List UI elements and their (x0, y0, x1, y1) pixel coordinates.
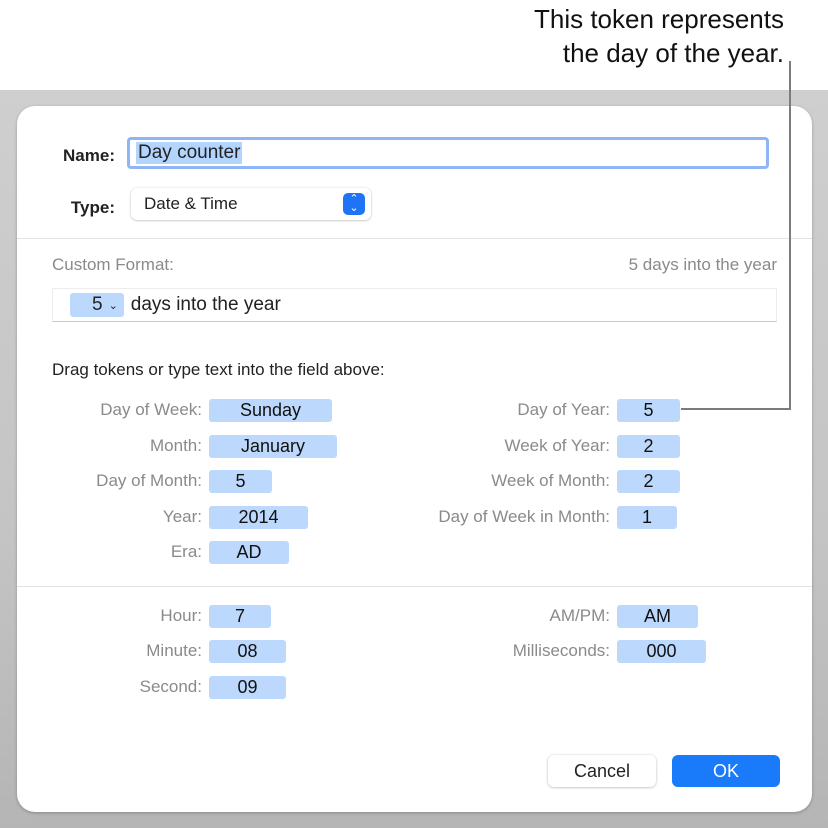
token-row-am-pm: AM/PM: AM (390, 604, 698, 628)
token-row-era: Era: AD (52, 540, 289, 564)
token-label: Second: (139, 677, 202, 696)
token-day-of-week[interactable]: Sunday (209, 398, 332, 422)
token-label: Day of Month: (96, 471, 202, 490)
name-input-value: Day counter (136, 142, 243, 164)
token-label: Milliseconds: (512, 641, 610, 660)
token-week-of-year[interactable]: 2 (617, 434, 680, 458)
callout-annotation: This token represents the day of the yea… (534, 2, 784, 70)
token-week-of-month[interactable]: 2 (617, 469, 680, 493)
token-milliseconds[interactable]: 000 (617, 639, 706, 663)
name-input[interactable]: Day counter (127, 137, 769, 169)
token-label: Week of Year: (504, 436, 610, 455)
token-label: Year: (162, 507, 202, 526)
divider (17, 586, 812, 587)
callout-line-1: This token represents (533, 4, 784, 34)
type-select[interactable]: Date & Time ⌃ ⌄ (131, 188, 371, 220)
callout-line-2: the day of the year. (562, 38, 784, 68)
token-label: Week of Month: (491, 471, 610, 490)
token-row-minute: Minute: 08 (52, 639, 286, 663)
token-row-year: Year: 2014 (52, 505, 308, 529)
token-label: AM/PM: (549, 606, 610, 625)
token-row-day-of-week-in-month: Day of Week in Month: 1 (390, 505, 677, 529)
token-label: Month: (150, 436, 202, 455)
token-row-day-of-month: Day of Month: 5 (52, 469, 272, 493)
token-hour[interactable]: 7 (209, 604, 271, 628)
type-select-value: Date & Time (144, 194, 238, 213)
token-label: Minute: (146, 641, 202, 660)
callout-leader-line (681, 408, 791, 410)
format-preview: 5 days into the year (628, 255, 777, 274)
token-label: Era: (170, 542, 202, 561)
format-field-text: days into the year (130, 294, 281, 315)
callout-leader-line (789, 61, 791, 410)
custom-format-field[interactable]: 5 ⌄ days into the year (52, 288, 777, 322)
token-row-week-of-month: Week of Month: 2 (390, 469, 680, 493)
token-day-of-month[interactable]: 5 (209, 469, 272, 493)
name-label: Name: (63, 146, 115, 165)
format-token-value: 5 (92, 294, 103, 315)
token-row-day-of-week: Day of Week: Sunday (52, 398, 332, 422)
token-minute[interactable]: 08 (209, 639, 286, 663)
token-row-month: Month: January (52, 434, 337, 458)
token-row-second: Second: 09 (52, 675, 286, 699)
token-row-day-of-year: Day of Year: 5 (390, 398, 680, 422)
chevron-down-icon[interactable]: ⌄ (109, 299, 118, 312)
token-day-of-week-in-month[interactable]: 1 (617, 505, 677, 529)
token-label: Day of Week: (100, 400, 202, 419)
token-day-of-year[interactable]: 5 (617, 398, 680, 422)
token-label: Day of Year: (517, 400, 610, 419)
divider (17, 238, 812, 239)
token-era[interactable]: AD (209, 540, 289, 564)
up-down-chevron-icon: ⌃ ⌄ (343, 193, 365, 215)
token-am-pm[interactable]: AM (617, 604, 698, 628)
day-of-year-format-token[interactable]: 5 ⌄ (70, 293, 124, 317)
ok-button[interactable]: OK (672, 755, 780, 787)
token-row-week-of-year: Week of Year: 2 (390, 434, 680, 458)
cancel-button[interactable]: Cancel (548, 755, 656, 787)
custom-format-label: Custom Format: (52, 255, 174, 274)
token-row-hour: Hour: 7 (52, 604, 271, 628)
token-label: Hour: (160, 606, 202, 625)
token-month[interactable]: January (209, 434, 337, 458)
token-second[interactable]: 09 (209, 675, 286, 699)
token-row-milliseconds: Milliseconds: 000 (390, 639, 706, 663)
type-label: Type: (70, 198, 115, 217)
token-label: Day of Week in Month: (438, 507, 610, 526)
instructions-text: Drag tokens or type text into the field … (52, 360, 385, 379)
token-year[interactable]: 2014 (209, 505, 308, 529)
